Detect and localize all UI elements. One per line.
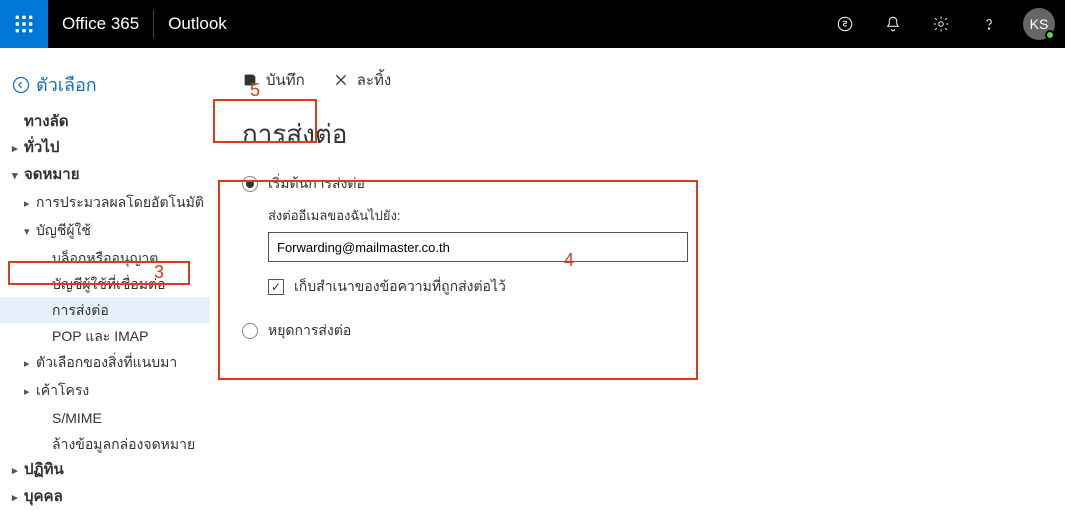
help-icon bbox=[980, 15, 998, 33]
bell-icon bbox=[884, 15, 902, 33]
sidebar-item-attachment-options[interactable]: ตัวเลือกของสิ่งที่แนบมา bbox=[0, 349, 210, 377]
start-forwarding-label: เริ่มต้นการส่งต่อ bbox=[268, 173, 365, 195]
settings-button[interactable] bbox=[917, 0, 965, 48]
sidebar-item-connected-accounts[interactable]: บัญชีผู้ใช้ที่เชื่อมต่อ bbox=[0, 271, 210, 297]
avatar-initials: KS bbox=[1030, 16, 1049, 32]
save-button[interactable]: บันทึก bbox=[242, 68, 305, 92]
forwarding-form: เริ่มต้นการส่งต่อ ส่งต่ออีเมลของฉันไปยัง… bbox=[234, 173, 1041, 342]
options-sidebar: ตัวเลือก ทางลัด ทั่วไป จดหมาย การประมวลผ… bbox=[0, 48, 210, 502]
skype-icon bbox=[836, 15, 854, 33]
back-arrow-icon bbox=[12, 76, 30, 94]
toolbar: บันทึก ละทิ้ง bbox=[234, 66, 1041, 114]
sidebar-item-accounts[interactable]: บัญชีผู้ใช้ bbox=[0, 217, 210, 245]
forward-to-input[interactable] bbox=[268, 232, 688, 262]
brand-label[interactable]: Office 365 bbox=[48, 14, 153, 34]
start-forwarding-radio[interactable] bbox=[242, 176, 258, 192]
sidebar-item-layout[interactable]: เค้าโครง bbox=[0, 377, 210, 405]
save-icon bbox=[242, 72, 258, 88]
sidebar-item-forwarding[interactable]: การส่งต่อ bbox=[0, 297, 210, 323]
notifications-button[interactable] bbox=[869, 0, 917, 48]
sidebar-item-mail[interactable]: จดหมาย bbox=[0, 162, 210, 189]
gear-icon bbox=[932, 15, 950, 33]
main-panel: บันทึก ละทิ้ง การส่งต่อ เริ่มต้นการส่งต่… bbox=[210, 48, 1065, 502]
sidebar-item-smime[interactable]: S/MIME bbox=[0, 405, 210, 431]
keep-copy-checkbox[interactable]: ✓ bbox=[268, 279, 284, 295]
sidebar-item-calendar[interactable]: ปฏิทิน bbox=[0, 457, 210, 484]
page-title: การส่งต่อ bbox=[242, 114, 1041, 155]
app-launcher-button[interactable] bbox=[0, 0, 48, 48]
sidebar-item-pop-imap[interactable]: POP และ IMAP bbox=[0, 323, 210, 349]
save-label: บันทึก bbox=[266, 68, 305, 92]
app-header: Office 365 Outlook KS bbox=[0, 0, 1065, 48]
keep-copy-label: เก็บสำเนาของข้อความที่ถูกส่งต่อไว้ bbox=[294, 276, 506, 298]
presence-indicator bbox=[1045, 30, 1055, 40]
sidebar-item-junk-cleanup[interactable]: ล้างข้อมูลกล่องจดหมาย bbox=[0, 431, 210, 457]
sidebar-item-shortcuts[interactable]: ทางลัด bbox=[0, 109, 210, 135]
skype-button[interactable] bbox=[821, 0, 869, 48]
waffle-icon bbox=[14, 14, 34, 34]
user-avatar[interactable]: KS bbox=[1023, 8, 1055, 40]
sidebar-item-auto-processing[interactable]: การประมวลผลโดยอัตโนมัติ bbox=[0, 189, 210, 217]
stop-forwarding-radio[interactable] bbox=[242, 323, 258, 339]
discard-icon bbox=[333, 72, 349, 88]
sidebar-item-people[interactable]: บุคคล bbox=[0, 484, 210, 511]
discard-button[interactable]: ละทิ้ง bbox=[333, 68, 391, 92]
forward-to-label: ส่งต่ออีเมลของฉันไปยัง: bbox=[268, 205, 1041, 226]
stop-forwarding-label: หยุดการส่งต่อ bbox=[268, 320, 351, 342]
sidebar-item-block-allow[interactable]: บล็อกหรืออนุญาต bbox=[0, 245, 210, 271]
app-label[interactable]: Outlook bbox=[154, 14, 241, 34]
discard-label: ละทิ้ง bbox=[357, 68, 391, 92]
back-label: ตัวเลือก bbox=[36, 70, 97, 99]
sidebar-item-general[interactable]: ทั่วไป bbox=[0, 135, 210, 162]
help-button[interactable] bbox=[965, 0, 1013, 48]
back-to-options[interactable]: ตัวเลือก bbox=[0, 64, 210, 109]
